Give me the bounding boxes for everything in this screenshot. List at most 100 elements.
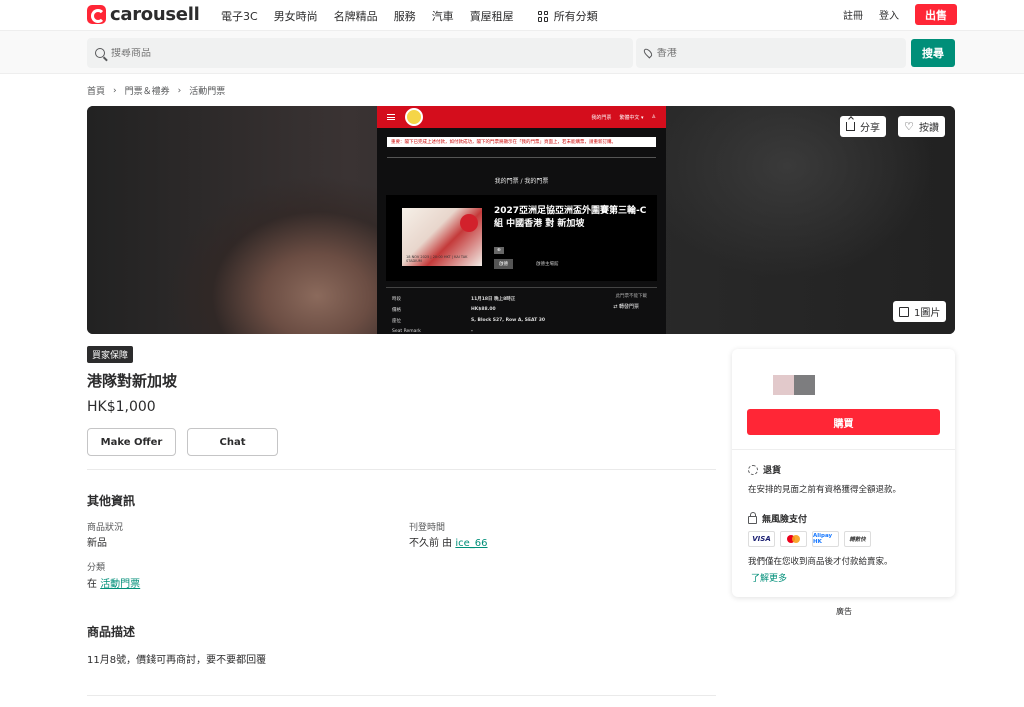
refund-icon [748, 464, 758, 475]
like-button[interactable]: ♡ 按讚 [898, 116, 945, 137]
heart-icon: ♡ [904, 120, 914, 133]
divider [732, 449, 955, 450]
other-info-title: 其他資訊 [87, 494, 136, 508]
mastercard-icon [780, 531, 807, 547]
ticket-detail-row: 座位 S, Block S27, Row A, SEAT 30 [386, 315, 657, 326]
nav-all-categories[interactable]: 所有分類 [537, 8, 598, 24]
login-link[interactable]: 登入 [879, 7, 899, 22]
image-count-label: 1圖片 [914, 308, 941, 319]
purchase-panel: 購買 退貨 在安排的見面之前有資格獲得全額退款。 無風險支付 VISA Alip… [732, 349, 955, 597]
visa-icon: VISA [748, 531, 775, 547]
description-title: 商品描述 [87, 625, 136, 639]
buy-button[interactable]: 購買 [747, 409, 940, 435]
menu-icon [387, 114, 395, 120]
breadcrumb-home[interactable]: 首頁 [87, 84, 105, 97]
nav-services[interactable]: 服務 [394, 8, 416, 24]
nav-cars[interactable]: 汽車 [432, 8, 454, 24]
lock-icon [748, 512, 757, 524]
learn-more-link[interactable]: 了解更多 [751, 571, 787, 584]
location-pin-icon [642, 47, 654, 59]
search-button[interactable]: 搜尋 [911, 39, 955, 67]
avatar-swatch [794, 375, 815, 395]
chevron-right-icon: › [113, 85, 117, 96]
ticket-notice: 重要：閣下已完成上述付款，如付款成功，閣下的門票將顯示在「我的門票」頁面上，若未… [387, 137, 656, 147]
account-actions: 註冊 登入 出售 [843, 4, 957, 25]
nav-luxury[interactable]: 名牌精品 [334, 8, 378, 24]
share-icon [846, 122, 855, 131]
nav-electronics[interactable]: 電子3C [221, 8, 258, 24]
share-label: 分享 [860, 123, 880, 134]
ticket-side-note: 此門票不能下載 [615, 294, 648, 299]
alipay-icon: Alipay HK [812, 531, 839, 547]
ticket-detail-value: 11月18日 晚上8時正 [471, 296, 516, 302]
ticket-event-title: 2027亞洲足協亞洲盃外圍賽第三輪-C組 中國香港 對 新加坡 [494, 206, 647, 229]
top-navigation-bar: carousell 電子3C 男女時尚 名牌精品 服務 汽車 賣屋租屋 所有分類… [0, 0, 1024, 30]
like-label: 按讚 [919, 123, 939, 134]
posted-prefix: 不久前 由 [409, 538, 453, 549]
ticket-header-links: 我的門票 繁體中文 ▾ ♙ [591, 114, 656, 121]
ticket-detail-value: HK$88.00 [471, 307, 496, 312]
divider [87, 695, 716, 696]
share-button[interactable]: 分享 [840, 116, 886, 137]
listing-photo-gallery[interactable]: 我的門票 繁體中文 ▾ ♙ 重要：閣下已完成上述付款，如付款成功，閣下的門票將顯… [87, 106, 955, 334]
description-text: 11月8號，價錢可再商討，要不要都回覆 [87, 655, 267, 666]
breadcrumb-event-tickets[interactable]: 活動門票 [189, 84, 225, 97]
make-offer-button[interactable]: Make Offer [87, 428, 176, 456]
seller-username-link[interactable]: ice_66 [455, 538, 487, 549]
ad-label: 廣告 [836, 607, 852, 616]
breadcrumb-tickets[interactable]: 門票＆禮券 [125, 84, 170, 97]
ticket-detail-key: Seat Remark [392, 329, 421, 334]
refund-text: 在安排的見面之前有資格獲得全額退款。 [748, 485, 902, 495]
ticket-crumb: 我的門票 / 我的門票 [494, 178, 549, 185]
divider [87, 469, 716, 470]
divider [387, 157, 656, 158]
chevron-right-icon: › [177, 85, 182, 96]
ticket-details: 時段 11月18日 晚上8時正 價格 HK$88.00 座位 S, Block … [386, 293, 657, 334]
ticket-detail-row: Seat Remark - [386, 326, 657, 334]
ticket-language-link: 繁體中文 ▾ [619, 114, 644, 121]
location-input[interactable] [656, 47, 906, 59]
refund-heading: 退貨 [748, 463, 781, 476]
image-count-button[interactable]: 1圖片 [893, 301, 947, 322]
ticket-forward-label: 轉發門票 [618, 304, 639, 310]
nav-property[interactable]: 賣屋租屋 [470, 8, 514, 24]
ticket-card: 18 NOV 2025 | 20:00 HKT | KAI TAK STADIU… [386, 195, 657, 281]
image-icon [899, 306, 909, 317]
ticket-tag: ⊕ [494, 247, 504, 254]
seller-avatar-placeholder [773, 375, 815, 395]
nav-fashion[interactable]: 男女時尚 [274, 8, 318, 24]
carousell-logo-icon [87, 5, 106, 24]
chat-button[interactable]: Chat [187, 428, 278, 456]
listing-title: 港隊對新加坡 [87, 372, 178, 390]
posted-value: 不久前 由 ice_66 [409, 534, 488, 549]
location-input-wrapper[interactable] [636, 38, 906, 68]
register-link[interactable]: 註冊 [843, 7, 863, 22]
search-input[interactable] [111, 47, 511, 59]
carousell-logo[interactable]: carousell [87, 4, 200, 25]
ticket-venue: 啟德主場館 [536, 262, 559, 267]
payment-heading: 無風險支付 [748, 512, 807, 525]
grid-icon [537, 10, 549, 22]
search-bar: 搜尋 [0, 30, 1024, 74]
poster-emblem [460, 214, 478, 232]
search-input-wrapper[interactable] [87, 38, 633, 68]
listing-price: HK$1,000 [87, 399, 156, 415]
ticket-my-tickets-link: 我的門票 [591, 114, 612, 121]
refund-title: 退貨 [763, 466, 782, 476]
condition-value: 新品 [87, 538, 107, 549]
divider [386, 287, 657, 288]
condition-label: 商品狀況 [87, 523, 124, 533]
ticket-venue-tag: 啟德 [494, 259, 513, 269]
payment-methods: VISA Alipay HK 轉數快 [748, 531, 871, 547]
ticket-detail-value: S, Block S27, Row A, SEAT 30 [471, 318, 546, 323]
category-label: 分類 [87, 563, 106, 573]
category-link[interactable]: 活動門票 [100, 579, 140, 590]
search-icon [95, 48, 105, 58]
user-icon: ♙ [651, 113, 656, 120]
category-nav: 電子3C 男女時尚 名牌精品 服務 汽車 賣屋租屋 所有分類 [221, 8, 598, 24]
sell-button[interactable]: 出售 [915, 4, 957, 25]
category-value: 在 活動門票 [87, 575, 140, 590]
category-prefix: 在 [87, 579, 97, 590]
ticket-detail-value: - [471, 329, 473, 334]
payment-text: 我們僅在您收到商品後才付款給賣家。 [748, 557, 893, 567]
